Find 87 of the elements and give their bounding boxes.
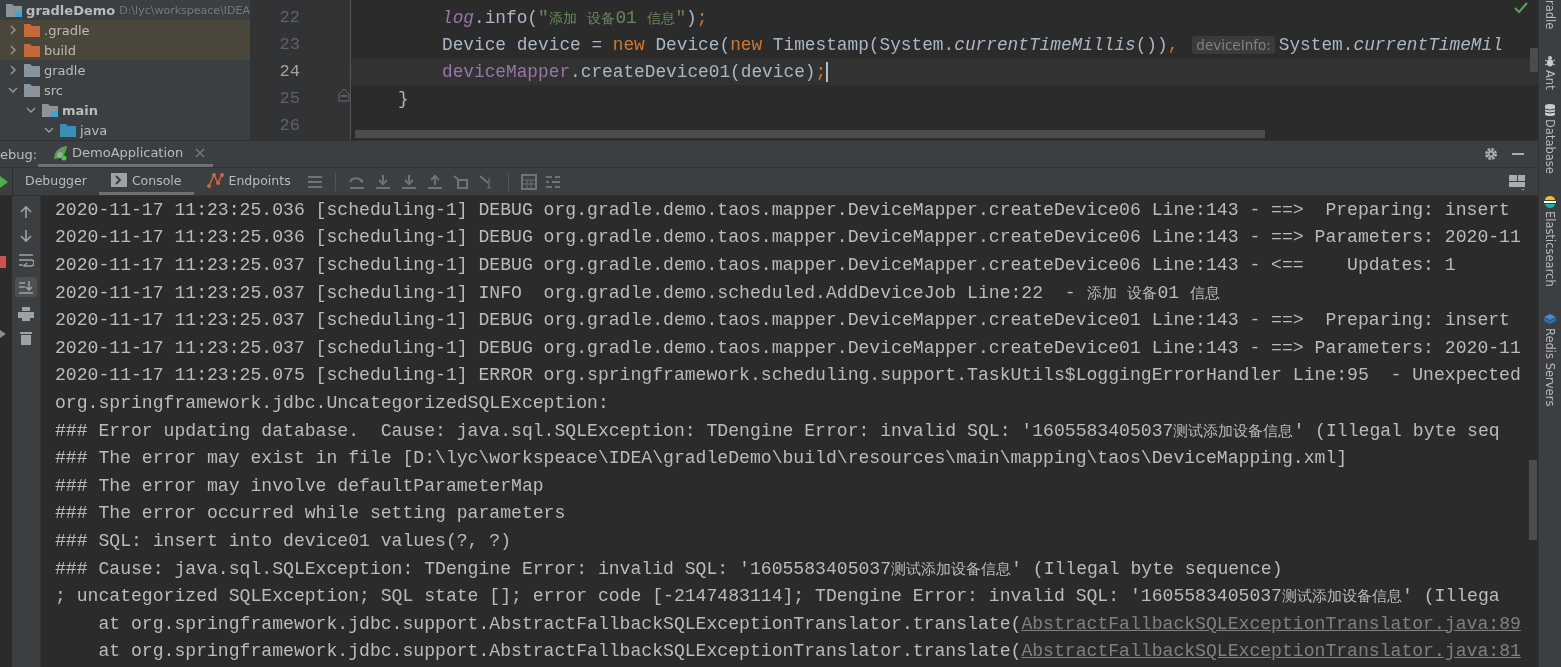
chevron-icon[interactable] (8, 85, 18, 95)
vertical-scrollbar[interactable] (1530, 48, 1538, 72)
log-line: at org.springframework.jdbc.support.AbstractFallbackSQLExceptionTranslator.translate( (97, 641, 1022, 662)
line-number: 24 (279, 62, 300, 81)
tree-item[interactable]: src (44, 82, 63, 98)
project-path: D:\lyc\workspeace\IDEA (119, 3, 250, 17)
calculator-icon[interactable] (520, 173, 537, 190)
log-line: 2020-11-17 11:23:25.037 [scheduling-1] DEBUG org.gradle.demo.taos.mapper.DeviceMapper.createDevice01 Line:143 - ==> Parameters: 2020-11 (55, 337, 1521, 358)
code-text: System.currentTimeMil (1278, 34, 1503, 55)
force-step-icon[interactable] (399, 173, 418, 190)
close-icon[interactable] (195, 147, 206, 158)
log-line: ### The error may involve defaultParameterMap (55, 475, 544, 496)
drop-frame-icon[interactable] (451, 173, 470, 190)
folder-icon (24, 23, 40, 37)
tool-window-tab[interactable]: Elasticsearch (1543, 210, 1557, 287)
panel-tab[interactable]: Endpoints (193, 168, 303, 195)
leaf-icon (52, 144, 68, 161)
folder-icon (24, 63, 40, 77)
log-line: org.springframework.jdbc.UncategorizedSQLException: (55, 392, 609, 413)
log-line: at org.springframework.jdbc.support.AbstractFallbackSQLExceptionTranslator.translate( (97, 613, 1022, 634)
log-line: ### Error updating database. Cause: java.sql.SQLException: TDengine Error: invalid SQL: '1605583405037测试添加设备信息' (Illegal byte seq (55, 420, 1500, 441)
tool-window-tab[interactable]: radle (1543, 0, 1557, 30)
vertical-scrollbar[interactable] (1529, 460, 1537, 540)
horizontal-scrollbar[interactable] (355, 130, 1265, 138)
source-link[interactable]: AbstractFallbackSQLExceptionTranslator.java:81 (1021, 641, 1521, 662)
check-icon (1514, 2, 1528, 14)
folder-icon (60, 123, 76, 137)
tree-item[interactable]: java (80, 122, 108, 138)
tool-window-tab[interactable]: Redis Servers (1543, 327, 1557, 407)
up-arrow-icon[interactable] (19, 205, 33, 219)
tool-window-tab[interactable]: Database (1543, 119, 1557, 174)
tool-window-tab[interactable]: Ant (1543, 70, 1557, 91)
trash-icon[interactable] (20, 331, 32, 345)
inlay-hint: deviceInfo: (1192, 35, 1275, 54)
layout-icon[interactable] (1509, 173, 1525, 190)
tree-item[interactable]: main (62, 102, 99, 118)
log-line: ### SQL: insert into device01 values(?, ?) (55, 530, 512, 551)
tree-item[interactable]: .gradle (44, 22, 90, 38)
ant-icon (1544, 55, 1556, 68)
log-line: 2020-11-17 11:23:25.075 [scheduling-1] ERROR org.springframework.scheduling.support.TaskUtils$LoggingErrorHandler Line:95 - Unexpected (55, 365, 1521, 386)
print-icon[interactable] (18, 307, 34, 321)
code-text: Device device = new Device(new Timestamp(System.currentTimeMillis()), (442, 34, 1179, 55)
chevron-icon[interactable] (26, 105, 36, 115)
log-line: 2020-11-17 11:23:25.037 [scheduling-1] DEBUG org.gradle.demo.taos.mapper.DeviceMapper.createDevice06 Line:143 - <== Updates: 1 (55, 255, 1456, 275)
chevron-icon[interactable] (44, 125, 54, 135)
log-line: 2020-11-17 11:23:25.036 [scheduling-1] DEBUG org.gradle.demo.taos.mapper.DeviceMapper.createDevice06 Line:143 - ==> Parameters: 2020-11 (55, 227, 1521, 248)
project-name[interactable]: gradleDemo (26, 2, 116, 18)
panel-label: ebug: (0, 146, 38, 162)
scroll-to-end-toggle[interactable] (15, 277, 37, 297)
step-into-icon[interactable] (373, 173, 392, 190)
log-line: ; uncategorized SQLException; SQL state []; error code [-2147483114]; TDengine Error: invalid SQL: '1605583405037测试添加设备信息' (Illega (55, 586, 1500, 607)
soft-wrap-icon[interactable] (18, 253, 34, 267)
resume-icon[interactable] (0, 175, 8, 188)
tree-item[interactable]: build (44, 42, 76, 58)
threads-icon[interactable] (306, 174, 323, 189)
log-line: ### Cause: java.sql.SQLException: TDengine Error: invalid SQL: '1605583405037测试添加设备信息' (Illegal byte sequence) (55, 558, 1283, 579)
log-line: 2020-11-17 11:23:25.036 [scheduling-1] DEBUG org.gradle.demo.taos.mapper.DeviceMapper.createDevice06 Line:143 - ==> Preparing: insert (55, 199, 1510, 220)
mute-icon[interactable] (0, 328, 6, 340)
panel-tab[interactable]: Debugger (13, 168, 99, 195)
log-line: ### The error may exist in file [D:\lyc\workspeace\IDEA\gradleDemo\build\resources\main\mapping\taos\DeviceMapping.xml] (55, 448, 1348, 469)
database-icon (1545, 104, 1555, 117)
folder-icon (24, 83, 40, 97)
folder-icon (24, 43, 40, 57)
code-text: deviceMapper.createDevice01(device); (442, 61, 827, 82)
log-line: 2020-11-17 11:23:25.037 [scheduling-1] INFO org.gradle.demo.scheduled.AddDeviceJob Line:22 - 添加 设备01 信息 (55, 282, 1220, 303)
elasticsearch-icon (1544, 195, 1556, 208)
settings-icon[interactable] (1484, 147, 1498, 161)
down-arrow-icon[interactable] (19, 229, 33, 243)
console-icon (110, 173, 127, 187)
endpoints-icon (205, 171, 224, 189)
step-out-icon[interactable] (425, 173, 444, 190)
code-text: } (398, 88, 409, 109)
panel-tab[interactable]: Console (98, 168, 194, 195)
module-folder-icon (6, 3, 23, 17)
chevron-icon[interactable] (8, 25, 18, 35)
redis-icon (1544, 312, 1556, 325)
code-text: log.info("添加 设备01 信息"); (442, 7, 708, 28)
settings-list-icon[interactable] (544, 174, 561, 189)
chevron-icon[interactable] (8, 65, 18, 75)
folder-icon (42, 103, 58, 117)
fold-icon[interactable] (338, 88, 350, 102)
text-cursor (826, 61, 829, 82)
log-line: ### The error occurred while setting parameters (55, 503, 566, 524)
chevron-icon[interactable] (8, 45, 18, 55)
tree-item[interactable]: gradle (44, 62, 86, 78)
source-link[interactable]: AbstractFallbackSQLExceptionTranslator.java:89 (1021, 613, 1521, 634)
log-line: 2020-11-17 11:23:25.037 [scheduling-1] DEBUG org.gradle.demo.taos.mapper.DeviceMapper.createDevice01 Line:143 - ==> Preparing: insert (55, 310, 1510, 331)
